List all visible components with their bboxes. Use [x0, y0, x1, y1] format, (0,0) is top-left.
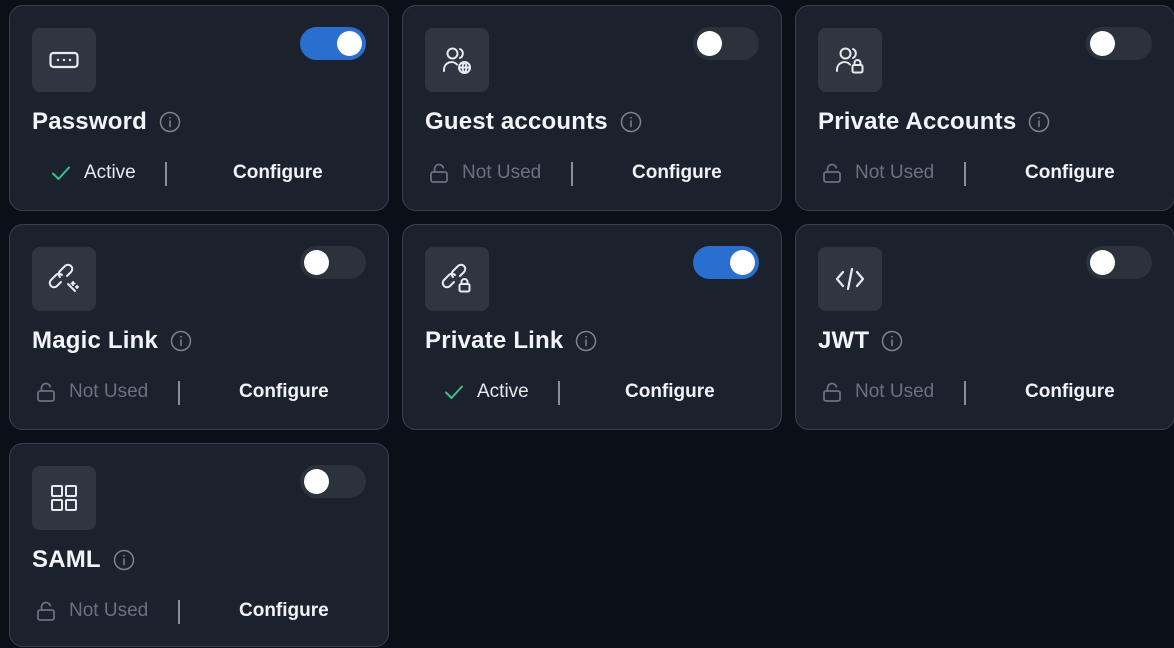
divider — [165, 162, 167, 186]
status-label: Not Used — [462, 162, 542, 183]
card-private-link: Private Link Active Configure — [402, 224, 782, 430]
card-saml: SAML Not Used Configure — [9, 443, 389, 647]
toggle-knob — [1090, 31, 1115, 56]
card-title: Private Accounts — [818, 108, 1017, 135]
status-badge: Not Used — [821, 375, 934, 409]
toggle-private-link[interactable] — [693, 246, 759, 279]
card-title: SAML — [32, 546, 101, 573]
toggle-knob — [337, 31, 362, 56]
status-badge: Not Used — [821, 156, 934, 190]
check-icon — [50, 162, 72, 184]
status-label: Active — [84, 162, 136, 183]
user-lock-icon — [818, 28, 882, 92]
info-icon[interactable] — [1028, 111, 1050, 133]
card-guest-accounts: Guest accounts Not Used Configure — [402, 5, 782, 211]
unlock-icon — [35, 600, 57, 622]
unlock-icon — [821, 381, 843, 403]
divider — [571, 162, 573, 186]
unlock-icon — [821, 162, 843, 184]
toggle-saml[interactable] — [300, 465, 366, 498]
toggle-magic-link[interactable] — [300, 246, 366, 279]
check-icon — [443, 381, 465, 403]
info-icon[interactable] — [113, 549, 135, 571]
toggle-knob — [1090, 250, 1115, 275]
auth-methods-grid: Password Active Configure Guest accounts… — [0, 0, 1174, 648]
link-lock-icon — [425, 247, 489, 311]
toggle-jwt[interactable] — [1086, 246, 1152, 279]
toggle-password[interactable] — [300, 27, 366, 60]
card-title: JWT — [818, 327, 870, 354]
card-private-accounts: Private Accounts Not Used Configure — [795, 5, 1174, 211]
divider — [558, 381, 560, 405]
info-icon[interactable] — [170, 330, 192, 352]
magic-link-icon — [32, 247, 96, 311]
toggle-knob — [304, 250, 329, 275]
status-badge: Not Used — [35, 594, 148, 628]
configure-button[interactable]: Configure — [233, 156, 323, 190]
guest-user-globe-icon — [425, 28, 489, 92]
info-icon[interactable] — [159, 111, 181, 133]
info-icon[interactable] — [881, 330, 903, 352]
grid-icon — [32, 466, 96, 530]
status-label: Not Used — [855, 381, 935, 402]
divider — [964, 162, 966, 186]
code-icon — [818, 247, 882, 311]
info-icon[interactable] — [575, 330, 597, 352]
info-icon[interactable] — [620, 111, 642, 133]
password-icon — [32, 28, 96, 92]
configure-button[interactable]: Configure — [239, 375, 329, 409]
configure-button[interactable]: Configure — [1025, 375, 1115, 409]
configure-button[interactable]: Configure — [1025, 156, 1115, 190]
card-title: Password — [32, 108, 147, 135]
status-badge: Active — [443, 375, 529, 409]
status-label: Not Used — [69, 600, 149, 621]
toggle-knob — [304, 469, 329, 494]
status-badge: Not Used — [35, 375, 148, 409]
toggle-knob — [730, 250, 755, 275]
card-password: Password Active Configure — [9, 5, 389, 211]
card-magic-link: Magic Link Not Used Configure — [9, 224, 389, 430]
unlock-icon — [35, 381, 57, 403]
status-label: Active — [477, 381, 529, 402]
card-jwt: JWT Not Used Configure — [795, 224, 1174, 430]
card-title: Private Link — [425, 327, 564, 354]
toggle-knob — [697, 31, 722, 56]
divider — [964, 381, 966, 405]
configure-button[interactable]: Configure — [632, 156, 722, 190]
toggle-guest-accounts[interactable] — [693, 27, 759, 60]
unlock-icon — [428, 162, 450, 184]
card-title: Magic Link — [32, 327, 159, 354]
status-badge: Not Used — [428, 156, 541, 190]
divider — [178, 381, 180, 405]
status-label: Not Used — [855, 162, 935, 183]
status-label: Not Used — [69, 381, 149, 402]
card-title: Guest accounts — [425, 108, 608, 135]
configure-button[interactable]: Configure — [239, 594, 329, 628]
toggle-private-accounts[interactable] — [1086, 27, 1152, 60]
status-badge: Active — [50, 156, 136, 190]
divider — [178, 600, 180, 624]
configure-button[interactable]: Configure — [625, 375, 715, 409]
